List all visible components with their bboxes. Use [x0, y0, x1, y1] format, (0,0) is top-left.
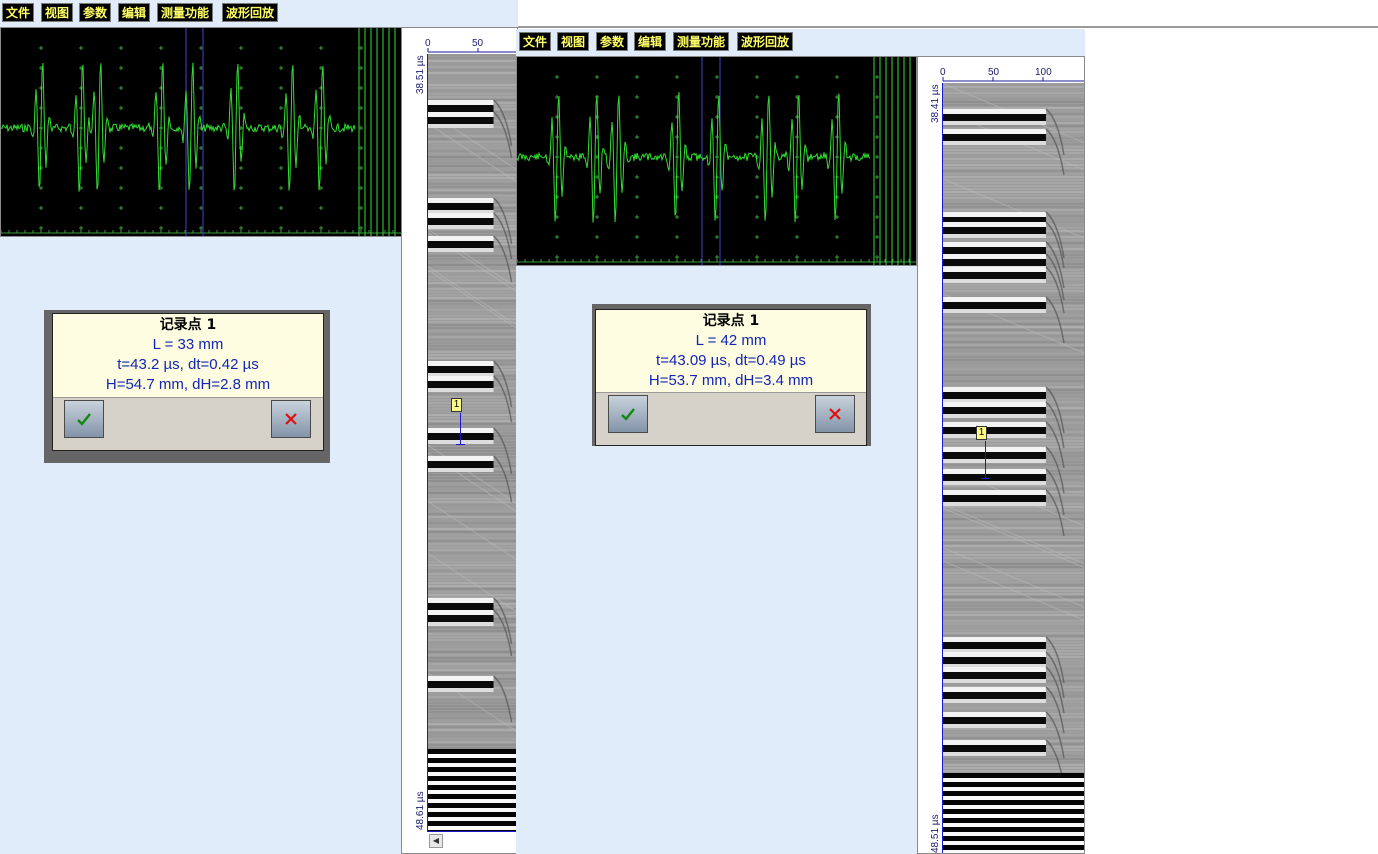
ascan-display[interactable]	[0, 27, 402, 237]
record-marker[interactable]: 1	[976, 426, 987, 440]
menu-file[interactable]: 文件	[519, 32, 552, 51]
top-divider	[518, 26, 1378, 28]
scroll-left-button[interactable]: ◀	[429, 834, 443, 848]
bscan-image	[428, 54, 517, 832]
dialog-length: L = 33 mm	[152, 336, 224, 353]
cancel-button[interactable]	[271, 400, 311, 438]
marker-cap-bottom	[981, 478, 990, 479]
dialog-title: 记录点 1	[159, 317, 217, 333]
menu-playback[interactable]: 波形回放	[737, 32, 794, 51]
confirm-button[interactable]	[608, 395, 648, 433]
dialog-depth: H=54.7 mm, dH=2.8 mm	[105, 376, 271, 393]
bscan-image	[943, 83, 1084, 853]
bscan-display[interactable]: 0 50 100 38.41 µs 48.51 µs	[917, 56, 1085, 854]
menu-bar: 文件 视图 参数 编辑 测量功能 波形回放	[516, 29, 1085, 54]
menu-params[interactable]: 参数	[596, 32, 629, 51]
window-1: 文件 视图 参数 编辑 测量功能 波形回放 0 50 38.51 µs 48.6…	[0, 0, 518, 854]
ascan-waveform	[517, 57, 916, 265]
dialog-time: t=43.2 µs, dt=0.42 µs	[117, 356, 259, 373]
dialog-time: t=43.09 µs, dt=0.49 µs	[656, 352, 806, 369]
record-point-dialog: 记录点 1 L = 33 mm t=43.2 µs, dt=0.42 µs H=…	[52, 313, 324, 451]
menu-measure[interactable]: 测量功能	[157, 3, 214, 22]
record-info: 记录点 1 L = 42 mm t=43.09 µs, dt=0.49 µs H…	[596, 310, 866, 393]
close-icon	[285, 413, 297, 425]
record-point-dialog: 记录点 1 L = 42 mm t=43.09 µs, dt=0.49 µs H…	[595, 309, 867, 446]
marker-range	[460, 413, 461, 445]
bscan-bottom-label: 48.61 µs	[415, 791, 426, 830]
bscan-bottom-label: 48.51 µs	[930, 814, 941, 853]
marker-cap-bottom	[456, 444, 465, 445]
dialog-length: L = 42 mm	[695, 332, 767, 349]
bscan-top-label: 38.41 µs	[930, 84, 941, 123]
bscan-top-label: 38.51 µs	[415, 55, 426, 94]
menu-view[interactable]: 视图	[557, 32, 590, 51]
menu-measure[interactable]: 测量功能	[673, 32, 730, 51]
menu-playback[interactable]: 波形回放	[222, 3, 279, 22]
ascan-waveform	[1, 28, 401, 236]
menu-edit[interactable]: 编辑	[634, 32, 667, 51]
dialog-title: 记录点 1	[702, 313, 760, 329]
record-info: 记录点 1 L = 33 mm t=43.2 µs, dt=0.42 µs H=…	[53, 314, 323, 398]
menu-view[interactable]: 视图	[41, 3, 74, 22]
close-icon	[829, 408, 841, 420]
dialog-depth: H=53.7 mm, dH=3.4 mm	[648, 372, 814, 389]
check-icon	[621, 408, 635, 421]
check-icon	[77, 413, 91, 426]
confirm-button[interactable]	[64, 400, 104, 438]
menu-file[interactable]: 文件	[2, 3, 35, 22]
cancel-button[interactable]	[815, 395, 855, 433]
menu-bar: 文件 视图 参数 编辑 测量功能 波形回放	[0, 0, 518, 25]
window-2: 文件 视图 参数 编辑 测量功能 波形回放 0 50 100 38.41 µs …	[516, 29, 1085, 854]
ascan-display[interactable]	[516, 56, 917, 266]
marker-range	[985, 441, 986, 479]
menu-edit[interactable]: 编辑	[118, 3, 151, 22]
record-marker[interactable]: 1	[451, 398, 462, 412]
menu-params[interactable]: 参数	[79, 3, 112, 22]
